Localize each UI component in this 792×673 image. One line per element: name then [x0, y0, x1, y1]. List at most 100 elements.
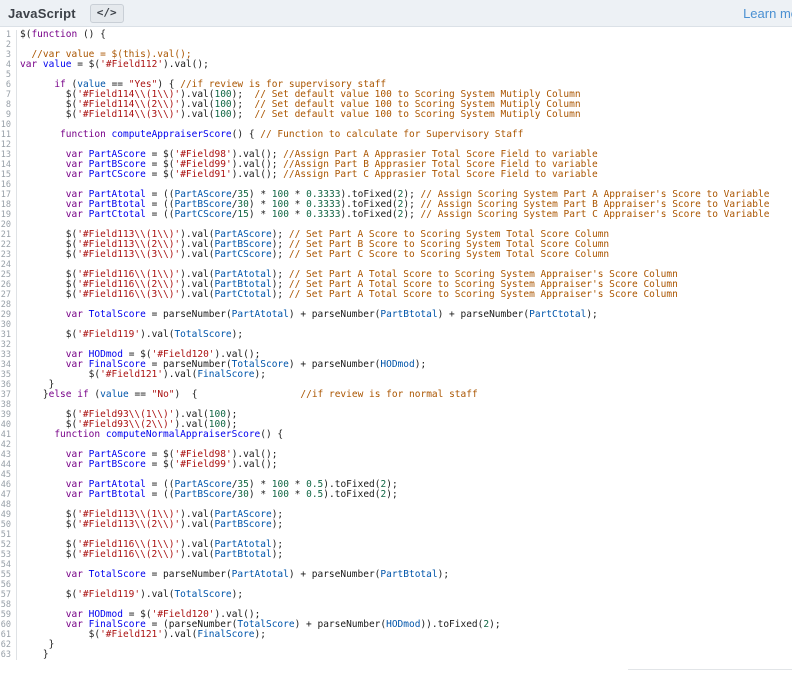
- code-token-str: '#Field99': [174, 459, 232, 470]
- code-token-pl: ).val(: [180, 519, 215, 530]
- code-text: $('#Field121').val(FinalScore);: [17, 630, 266, 640]
- code-token-kw: function: [60, 129, 106, 140]
- code-line[interactable]: 62 }: [0, 640, 792, 650]
- line-number: 21: [0, 230, 17, 240]
- code-line[interactable]: 50 $('#Field113\\(2\\)').val(PartBScore)…: [0, 520, 792, 530]
- code-token-str: '#Field116\\(2\\)': [77, 549, 181, 560]
- code-token-str: "No": [151, 389, 175, 400]
- code-token-str: '#Field119': [77, 589, 141, 600]
- code-token-var2: PartBtotal: [380, 309, 438, 320]
- line-number: 51: [0, 530, 17, 540]
- code-token-pl: *: [288, 209, 307, 220]
- code-line[interactable]: 15 var PartCScore = $('#Field91').val();…: [0, 170, 792, 180]
- code-text: var TotalScore = parseNumber(PartAtotal)…: [17, 310, 598, 320]
- code-text: $('#Field113\\(2\\)').val(PartBScore);: [17, 520, 283, 530]
- code-token-pl: ) + parseNumber(: [288, 309, 381, 320]
- code-token-pl: ).toFixed(: [323, 489, 381, 500]
- code-text: var TotalScore = parseNumber(PartAtotal)…: [17, 570, 449, 580]
- code-token-kw: var: [65, 209, 83, 220]
- code-token-pl: () {: [77, 29, 106, 40]
- code-line[interactable]: 1 $(function () {: [0, 30, 792, 40]
- code-line[interactable]: 27 $('#Field116\\(3\\)').val(PartCtotal)…: [0, 290, 792, 300]
- code-text: }else if (value == "No") { //if review i…: [17, 390, 478, 400]
- line-number: 37: [0, 390, 17, 400]
- line-number: 39: [0, 410, 17, 420]
- code-token-pl: = $(: [71, 59, 101, 70]
- code-token-def: computeNormalAppraiserScore: [105, 429, 261, 440]
- line-number: 7: [0, 90, 17, 100]
- code-token-pl: )).toFixed(: [420, 619, 484, 630]
- code-token-kw: var: [65, 489, 83, 500]
- line-number: 27: [0, 290, 17, 300]
- code-icon-button[interactable]: </>: [89, 3, 124, 23]
- line-number: 23: [0, 250, 17, 260]
- code-text: }: [17, 650, 49, 660]
- code-line[interactable]: 9 $('#Field114\\(3\\)').val(100); // Set…: [0, 110, 792, 120]
- code-line[interactable]: 55 var TotalScore = parseNumber(PartAtot…: [0, 570, 792, 580]
- code-line[interactable]: 35 $('#Field121').val(FinalScore);: [0, 370, 792, 380]
- line-number: 15: [0, 170, 17, 180]
- code-editor[interactable]: 1 $(function () {2 3 //var value = $(this)…: [0, 27, 792, 660]
- code-token-pl: = ((: [145, 489, 175, 500]
- line-number: 11: [0, 130, 17, 140]
- code-line[interactable]: 31 $('#Field119').val(TotalScore);: [0, 330, 792, 340]
- code-text: $('#Field119').val(TotalScore);: [17, 330, 243, 340]
- code-line[interactable]: 44 var PartBScore = $('#Field99').val();: [0, 460, 792, 470]
- line-number: 61: [0, 630, 17, 640]
- code-line[interactable]: 61 $('#Field121').val(FinalScore);: [0, 630, 792, 640]
- code-line[interactable]: 41 function computeNormalAppraiserScore(…: [0, 430, 792, 440]
- code-icon: </>: [96, 5, 117, 19]
- code-token-pl: = ((: [145, 209, 175, 220]
- line-number: 32: [0, 340, 17, 350]
- code-token-pl: ).val();: [163, 59, 209, 70]
- line-number: 53: [0, 550, 17, 560]
- code-line[interactable]: 63 }: [0, 650, 792, 660]
- code-token-pl: ).val();: [231, 169, 284, 180]
- line-number: 38: [0, 400, 17, 410]
- code-token-pl: );: [231, 109, 255, 120]
- line-number: 50: [0, 520, 17, 530]
- bottom-divider: [628, 669, 792, 670]
- code-token-pl: $(: [20, 29, 32, 40]
- code-token-pl: );: [271, 249, 289, 260]
- code-text: $('#Field114\\(3\\)').val(100); // Set d…: [17, 110, 581, 120]
- code-token-com: // Function to calculate for Supervisory…: [260, 129, 524, 140]
- code-token-pl: );: [586, 309, 598, 320]
- code-token-pl: ==: [128, 389, 152, 400]
- line-number: 59: [0, 610, 17, 620]
- code-line[interactable]: 47 var PartBtotal = ((PartBScore/30) * 1…: [0, 490, 792, 500]
- line-number: 20: [0, 220, 17, 230]
- code-token-def: PartBtotal: [88, 489, 146, 500]
- code-line[interactable]: 29 var TotalScore = parseNumber(PartAtot…: [0, 310, 792, 320]
- code-token-pl: ) + parseNumber(: [294, 619, 387, 630]
- line-number: 44: [0, 460, 17, 470]
- code-token-str: '#Field91': [174, 169, 232, 180]
- code-line[interactable]: 4 var value = $('#Field112').val();: [0, 60, 792, 70]
- code-token-pl: );: [271, 519, 284, 530]
- code-token-pl: }: [20, 649, 49, 660]
- code-token-pl: *: [288, 489, 307, 500]
- code-line[interactable]: 19 var PartCtotal = ((PartCScore/15) * 1…: [0, 210, 792, 220]
- code-token-com: //Assign Part C Apprasier Total Score Fi…: [283, 169, 598, 180]
- code-token-pl: $(: [20, 109, 78, 120]
- line-number: 47: [0, 490, 17, 500]
- line-number: 30: [0, 320, 17, 330]
- code-token-var2: PartBtotal: [214, 549, 272, 560]
- learn-more-link[interactable]: Learn mo: [743, 6, 792, 21]
- code-token-pl: ) *: [248, 489, 272, 500]
- line-number: 9: [0, 110, 17, 120]
- code-line[interactable]: 53 $('#Field116\\(2\\)').val(PartBtotal)…: [0, 550, 792, 560]
- line-number: 6: [0, 80, 17, 90]
- code-line[interactable]: 37 }else if (value == "No") { //if revie…: [0, 390, 792, 400]
- code-line[interactable]: 23 $('#Field113\\(3\\)').val(PartCScore)…: [0, 250, 792, 260]
- code-token-com: // Set Part A Total Score to Scoring Sys…: [288, 289, 678, 300]
- code-token-pl: $(: [20, 329, 78, 340]
- line-number: 14: [0, 160, 17, 170]
- code-token-pl: ).val(: [180, 289, 215, 300]
- code-line[interactable]: 11 function computeAppraiserScore() { //…: [0, 130, 792, 140]
- code-token-num: 15: [237, 209, 249, 220]
- code-line[interactable]: 57 $('#Field119').val(TotalScore);: [0, 590, 792, 600]
- code-token-str: '#Field121': [100, 369, 163, 380]
